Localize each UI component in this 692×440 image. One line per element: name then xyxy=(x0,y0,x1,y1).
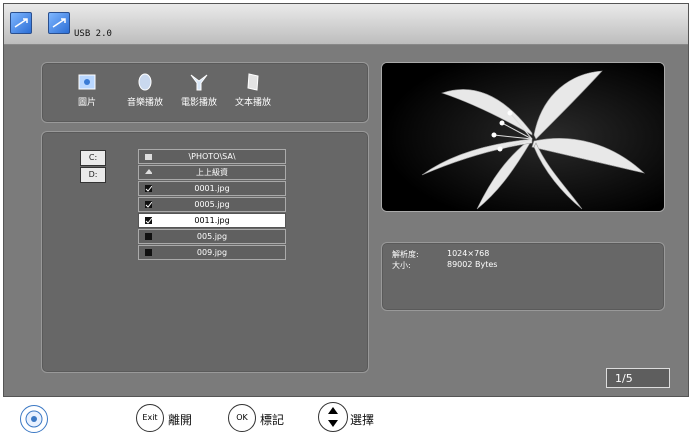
usb-icon xyxy=(10,12,32,34)
category-panel: 圖片 音樂播放 電影播放 文本播放 xyxy=(41,62,369,123)
ok-label: 標記 xyxy=(260,413,285,427)
navigate-arrows-icon[interactable] xyxy=(318,402,348,432)
media-browser-screen: USB 2.0 圖片 音樂播放 電影播放 文本播放 C: D: \PHOTO\S… xyxy=(3,3,689,397)
file-name: 0005.jpg xyxy=(194,200,230,209)
resolution-label: 解析度: xyxy=(392,250,419,259)
top-bar: USB 2.0 xyxy=(4,4,688,45)
ok-key-icon[interactable]: OK xyxy=(228,404,256,432)
file-name: 005.jpg xyxy=(196,232,228,241)
drive-c-button[interactable]: C: xyxy=(80,150,106,166)
category-movie-label: 電影播放 xyxy=(180,98,217,108)
footer-bar: Exit 離開 OK 標記 選擇 xyxy=(0,398,692,440)
file-list: \PHOTO\SA\ 上上級資 0001.jpg 0005.jpg 0011.j… xyxy=(138,149,286,261)
file-row-up[interactable]: 上上級資 xyxy=(138,165,286,180)
usb-device-icon[interactable] xyxy=(48,12,70,34)
file-row[interactable]: 005.jpg xyxy=(138,229,286,244)
logo-icon xyxy=(20,405,48,433)
file-name: 009.jpg xyxy=(196,248,228,257)
music-icon xyxy=(138,73,152,91)
file-info-panel: 解析度: 1024×768 大小: 89002 Bytes xyxy=(381,242,665,311)
size-label: 大小: xyxy=(392,261,411,270)
file-name: 0001.jpg xyxy=(194,184,230,193)
resolution-info: 解析度: 1024×768 xyxy=(392,249,489,260)
resolution-value: 1024×768 xyxy=(447,249,490,258)
file-name: 上上級資 xyxy=(196,168,228,177)
size-info: 大小: 89002 Bytes xyxy=(392,260,497,271)
category-text[interactable]: 文本播放 xyxy=(218,73,288,108)
page-indicator: 1/5 xyxy=(606,368,670,388)
category-photo-label: 圖片 xyxy=(77,98,96,108)
file-row-selected[interactable]: 0011.jpg xyxy=(138,213,286,228)
drive-d-button[interactable]: D: xyxy=(80,167,106,183)
category-text-label: 文本播放 xyxy=(234,98,271,108)
file-row[interactable]: 009.jpg xyxy=(138,245,286,260)
photo-icon xyxy=(78,74,96,90)
size-value: 89002 Bytes xyxy=(447,260,498,269)
exit-key-icon[interactable]: Exit xyxy=(136,404,164,432)
file-browser-panel: C: D: \PHOTO\SA\ 上上級資 0001.jpg 0005.jpg … xyxy=(41,131,369,373)
file-name: 0011.jpg xyxy=(194,216,230,225)
text-icon xyxy=(247,73,259,91)
file-row[interactable]: 0001.jpg xyxy=(138,181,286,196)
file-row-path[interactable]: \PHOTO\SA\ xyxy=(138,149,286,164)
file-row[interactable]: 0005.jpg xyxy=(138,197,286,212)
file-name: \PHOTO\SA\ xyxy=(188,152,236,161)
movie-icon xyxy=(190,74,208,91)
device-title: USB 2.0 xyxy=(74,29,112,39)
image-preview xyxy=(381,62,665,212)
select-label: 選擇 xyxy=(350,413,375,427)
flower-image xyxy=(382,63,664,211)
exit-label: 離開 xyxy=(168,413,193,427)
category-music-label: 音樂播放 xyxy=(126,98,163,108)
